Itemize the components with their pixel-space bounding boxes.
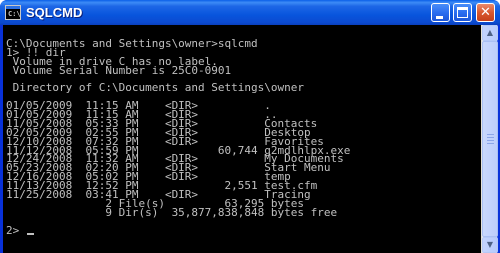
title-bar[interactable]: C:\ SQLCMD ✕ [0, 0, 500, 25]
minimize-icon [436, 16, 443, 19]
window-title: SQLCMD [26, 5, 83, 20]
console-line: C:\Documents and Settings\owner>sqlcmd [6, 36, 258, 50]
console-line: 9 Dir(s) 35,877,838,848 bytes free [6, 205, 338, 219]
close-icon: ✕ [480, 5, 491, 20]
grip-line [487, 140, 494, 141]
scroll-thumb[interactable] [482, 41, 498, 237]
console-output[interactable]: C:\Documents and Settings\owner>sqlcmd 1>… [3, 25, 481, 253]
minimize-button[interactable] [431, 3, 450, 22]
text-cursor [26, 232, 34, 235]
grip-line [487, 134, 494, 135]
chevron-down-icon: ▼ [486, 240, 494, 249]
console-window: C:\ SQLCMD ✕ C:\Documents and Settings\o… [0, 0, 500, 253]
console-client-area: C:\Documents and Settings\owner>sqlcmd 1>… [3, 25, 498, 253]
console-app-icon[interactable]: C:\ [5, 5, 21, 20]
console-line: Volume Serial Number is 25C0-0901 [6, 63, 232, 77]
console-line: 2> [6, 225, 481, 236]
scroll-up-button[interactable]: ▲ [482, 25, 498, 41]
maximize-icon [457, 7, 468, 18]
app-icon-label: C:\ [8, 10, 21, 18]
scroll-down-button[interactable]: ▼ [482, 237, 498, 253]
console-line: Directory of C:\Documents and Settings\o… [6, 81, 305, 95]
grip-line [487, 143, 494, 144]
vertical-scrollbar[interactable]: ▲ ▼ [481, 25, 498, 253]
close-button[interactable]: ✕ [476, 3, 495, 22]
grip-line [487, 137, 494, 138]
maximize-button[interactable] [453, 3, 472, 22]
chevron-up-icon: ▲ [486, 28, 494, 37]
